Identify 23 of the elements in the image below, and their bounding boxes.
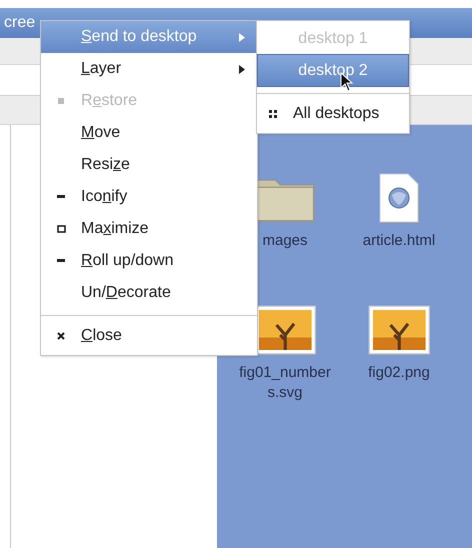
globe-document-icon[interactable] [379, 173, 419, 223]
menu-item[interactable]: Close [41, 320, 257, 352]
menu-item[interactable]: Iconify [41, 181, 257, 213]
menu-item[interactable]: All desktops [257, 98, 409, 129]
submenu-arrow-icon [239, 65, 245, 74]
menu-item[interactable]: Resize [41, 149, 257, 181]
maximize-icon [56, 225, 66, 233]
restore-icon [57, 97, 65, 105]
close-icon [57, 332, 65, 340]
minimize-icon [57, 195, 65, 199]
file-name[interactable]: article.html [351, 231, 447, 252]
window-title: cree [4, 14, 36, 32]
file-name[interactable]: fig02.png [351, 363, 447, 384]
shade-icon [57, 259, 65, 263]
menu-item[interactable]: Un/Decorate [41, 277, 257, 309]
grid-icon [269, 110, 277, 118]
menu-item[interactable]: Maximize [41, 213, 257, 245]
image-file-icon[interactable] [368, 305, 430, 355]
submenu-arrow-icon [239, 33, 245, 42]
menu-item[interactable]: Roll up/down [41, 245, 257, 277]
file-name[interactable]: fig01_numbers.svg [237, 363, 333, 404]
menu-item[interactable]: Move [41, 117, 257, 149]
menu-item[interactable]: Layer [41, 53, 257, 85]
